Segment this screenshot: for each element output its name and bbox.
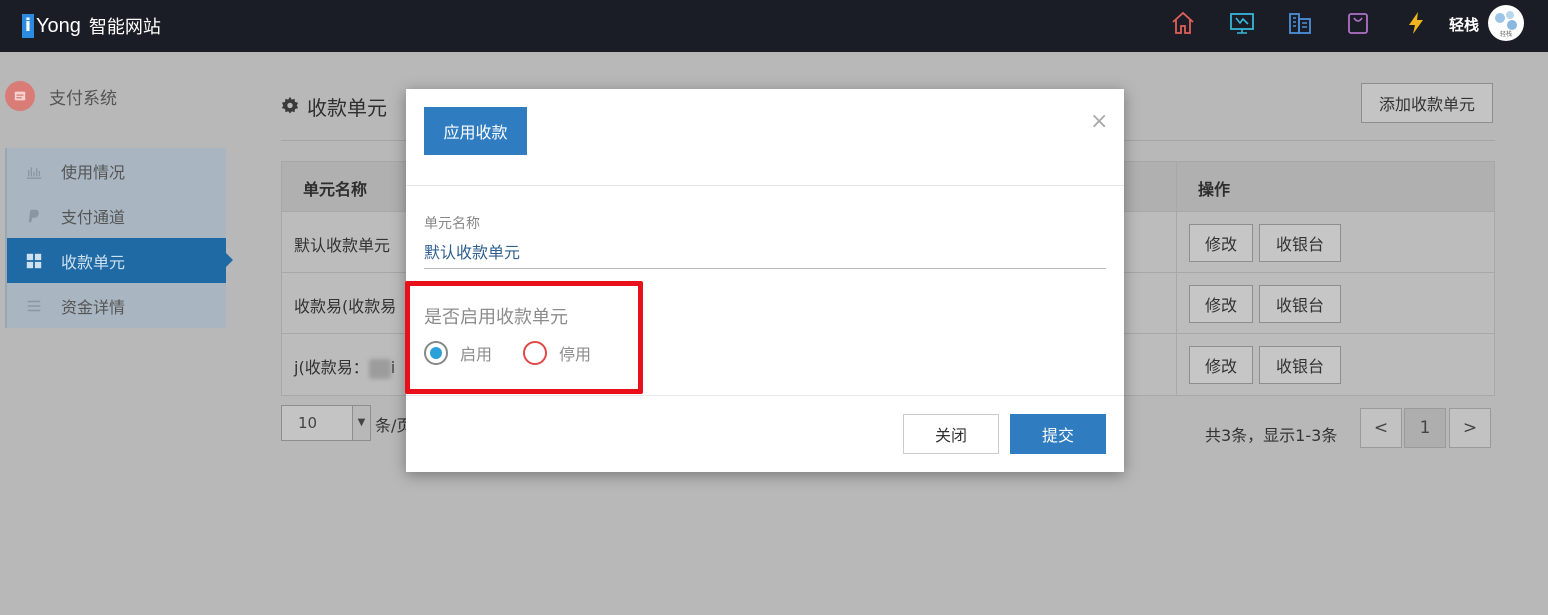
sidebar-item-funds[interactable]: 资金详情 (5, 283, 226, 328)
lightning-icon[interactable] (1403, 10, 1429, 36)
sidebar-menu: 使用情况 支付通道 收款单元 资金详情 (5, 148, 233, 328)
cashier-button[interactable]: 收银台 (1259, 224, 1341, 262)
edit-button[interactable]: 修改 (1189, 224, 1253, 262)
modal-tab-apply[interactable]: 应用收款 (424, 107, 527, 155)
pager-summary: 共3条，显示1-3条 (1205, 426, 1338, 445)
field-underline (424, 268, 1106, 269)
chevron-down-icon[interactable]: ▼ (352, 406, 370, 440)
sidebar-item-label: 使用情况 (61, 162, 126, 182)
modal-header: 应用收款 × (406, 89, 1124, 186)
close-icon[interactable]: × (1090, 109, 1108, 134)
submit-button[interactable]: 提交 (1010, 414, 1106, 454)
gear-icon (281, 95, 299, 119)
home-icon[interactable] (1170, 10, 1196, 36)
unit-name-field[interactable]: 默认收款单元 (424, 239, 520, 263)
monitor-icon[interactable] (1229, 10, 1255, 36)
paypal-icon (19, 207, 49, 225)
system-icon (5, 81, 35, 111)
unit-name-suffix: i (390, 358, 396, 377)
logo[interactable]: i Yong 智能网站 (22, 10, 161, 42)
system-title: 支付系统 (5, 80, 117, 112)
username[interactable]: 轻栈 (1449, 14, 1479, 35)
unit-name-prefix: j(收款易： (294, 358, 369, 377)
bag-icon[interactable] (1345, 10, 1371, 36)
building-icon[interactable] (1287, 10, 1313, 36)
radio-unselected-icon[interactable] (523, 341, 547, 365)
highlight-box (405, 281, 643, 394)
unit-name: 默认收款单元 (294, 236, 391, 255)
top-bar: i Yong 智能网站 轻栈 轻栈 (0, 0, 1548, 52)
enable-label: 是否启用收款单元 (424, 307, 568, 328)
page-1-button[interactable]: 1 (1404, 408, 1446, 448)
bar-chart-icon (19, 162, 49, 180)
close-button[interactable]: 关闭 (903, 414, 999, 454)
sidebar-item-channels[interactable]: 支付通道 (5, 193, 226, 238)
edit-button[interactable]: 修改 (1189, 285, 1253, 323)
modal-footer-divider (406, 395, 1124, 396)
system-title-label: 支付系统 (49, 88, 117, 109)
list-icon (19, 297, 49, 315)
page-title: 收款单元 (281, 92, 387, 121)
column-divider (1176, 334, 1177, 395)
logo-subtitle: 智能网站 (88, 17, 161, 38)
grid-icon (19, 252, 49, 270)
column-divider (1176, 212, 1177, 272)
next-page-button[interactable]: > (1449, 408, 1491, 448)
avatar[interactable]: 轻栈 (1488, 5, 1524, 41)
avatar-text: 轻栈 (1500, 30, 1512, 38)
page-title-text: 收款单元 (307, 96, 387, 120)
unit-name: 收款易(收款易 (294, 297, 397, 316)
cashier-button[interactable]: 收银台 (1259, 285, 1341, 323)
logo-mark: i (22, 14, 34, 38)
radio-enable[interactable]: 启用 (424, 341, 492, 365)
edit-button[interactable]: 修改 (1189, 346, 1253, 384)
column-divider (1176, 273, 1177, 333)
radio-selected-icon[interactable] (424, 341, 448, 365)
sidebar-item-label: 支付通道 (61, 207, 126, 227)
page-size-select[interactable]: 10 ▼ (281, 405, 371, 441)
column-divider (1176, 162, 1177, 211)
column-header-name: 单元名称 (303, 180, 368, 199)
apply-payment-modal: 应用收款 × 单元名称 默认收款单元 是否启用收款单元 启用 停用 关闭 提交 (405, 89, 1124, 472)
prev-page-button[interactable]: < (1360, 408, 1402, 448)
logo-text: Yong (36, 14, 81, 37)
redacted-text (368, 358, 391, 379)
unit-name-label: 单元名称 (424, 216, 480, 232)
unit-name: j(收款易： i (294, 354, 395, 379)
radio-disable[interactable]: 停用 (523, 341, 591, 365)
column-header-ops: 操作 (1198, 180, 1231, 199)
sidebar-item-label: 收款单元 (61, 252, 126, 272)
add-payment-unit-button[interactable]: 添加收款单元 (1361, 83, 1493, 123)
radio-disable-label: 停用 (559, 345, 592, 364)
cashier-button[interactable]: 收银台 (1259, 346, 1341, 384)
sidebar-item-payment-units[interactable]: 收款单元 (5, 238, 233, 283)
radio-enable-label: 启用 (460, 345, 493, 364)
page-size-value: 10 (298, 414, 318, 432)
sidebar-item-usage[interactable]: 使用情况 (5, 148, 226, 193)
sidebar-item-label: 资金详情 (61, 297, 126, 317)
